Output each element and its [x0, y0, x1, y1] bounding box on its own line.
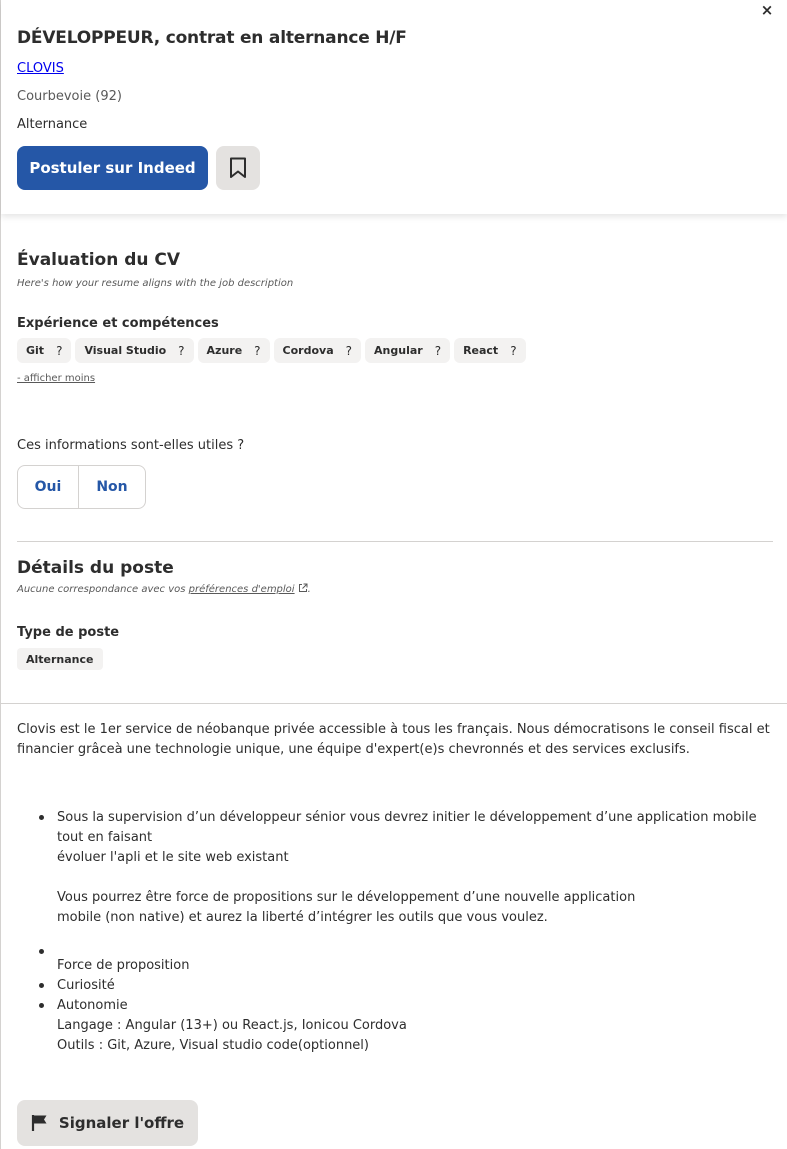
- job-type-heading: Type de poste: [17, 625, 120, 640]
- skill-chip: Cordova?: [273, 338, 362, 363]
- question-icon[interactable]: ?: [346, 344, 352, 358]
- cv-evaluation-subtitle: Here's how your resume aligns with the j…: [17, 278, 294, 289]
- section-divider: [17, 541, 773, 542]
- question-icon[interactable]: ?: [178, 344, 184, 358]
- question-icon[interactable]: ?: [56, 344, 62, 358]
- question-icon[interactable]: ?: [510, 344, 516, 358]
- bookmark-icon: [230, 157, 246, 178]
- preferences-link[interactable]: préférences d'emploi: [189, 584, 295, 595]
- job-title: DÉVELOPPEUR, contrat en alternance H/F: [17, 28, 407, 48]
- bullet-text: Autonomie: [57, 998, 128, 1013]
- list-item: [39, 942, 772, 962]
- external-link-icon: [298, 583, 308, 592]
- question-icon[interactable]: ?: [435, 344, 441, 358]
- contract-type: Alternance: [17, 117, 88, 132]
- skills-heading: Expérience et compétences: [17, 316, 219, 331]
- bullet-text: Langage : Angular (13+) ou React.js, Ion…: [57, 1018, 407, 1033]
- report-label: Signaler l'offre: [58, 1114, 185, 1132]
- close-icon[interactable]: ×: [759, 2, 775, 18]
- bullet-text: Vous pourrez être force de propositions …: [57, 890, 636, 905]
- company-link[interactable]: CLOVIS: [17, 61, 64, 76]
- bullet-text: Curiosité: [57, 978, 115, 993]
- list-item: Autonomie Langage : Angular (13+) ou Rea…: [39, 996, 772, 1056]
- no-button[interactable]: Non: [79, 466, 145, 508]
- job-header: × DÉVELOPPEUR, contrat en alternance H/F…: [1, 0, 787, 214]
- preferences-note: Aucune correspondance avec vos préférenc…: [17, 583, 311, 595]
- job-location: Courbevoie (92): [17, 89, 122, 104]
- skill-chip: Visual Studio?: [75, 338, 194, 363]
- skill-chip: Git?: [17, 338, 72, 363]
- question-icon[interactable]: ?: [254, 344, 260, 358]
- skill-chip: React?: [454, 338, 526, 363]
- yes-button[interactable]: Oui: [18, 466, 79, 508]
- description-bullet-list: Sous la supervision d’un développeur sén…: [39, 808, 772, 1056]
- company-description: Clovis est le 1er service de néobanque p…: [17, 722, 770, 757]
- section-divider: [1, 703, 787, 704]
- list-item: Sous la supervision d’un développeur sén…: [39, 808, 772, 928]
- flag-icon: [31, 1115, 47, 1131]
- bullet-text: évoluer l'apli et le site web existant: [57, 850, 289, 865]
- bullet-text: Outils : Git, Azure, Visual studio code(…: [57, 1038, 369, 1053]
- skills-chip-list: Git? Visual Studio? Azure? Cordova? Angu…: [17, 338, 526, 363]
- save-job-button[interactable]: [216, 146, 260, 190]
- feedback-vote-group: Oui Non: [17, 465, 146, 509]
- job-details-title: Détails du poste: [17, 558, 174, 578]
- show-less-link[interactable]: - afficher moins: [17, 373, 95, 384]
- report-job-button[interactable]: Signaler l'offre: [17, 1100, 198, 1146]
- skill-chip: Angular?: [365, 338, 451, 363]
- list-item: Curiosité: [39, 976, 772, 996]
- cv-evaluation-title: Évaluation du CV: [17, 250, 181, 270]
- apply-on-indeed-button[interactable]: Postuler sur Indeed: [17, 146, 208, 190]
- job-type-chip: Alternance: [17, 648, 103, 670]
- bullet-text: Sous la supervision d’un développeur sén…: [57, 810, 757, 845]
- skill-chip: Azure?: [197, 338, 270, 363]
- feedback-question: Ces informations sont-elles utiles ?: [17, 438, 245, 453]
- bullet-text: mobile (non native) et aurez la liberté …: [57, 910, 548, 925]
